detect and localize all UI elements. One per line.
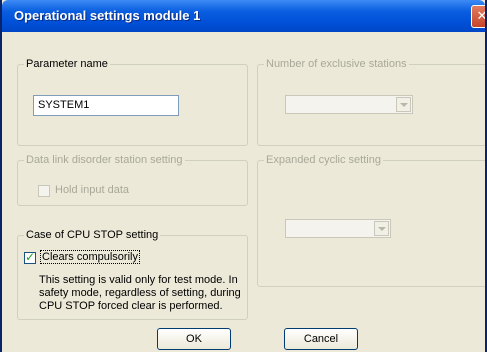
chevron-down-icon (374, 221, 389, 236)
hold-input-label: Hold input data (55, 184, 129, 196)
parameter-name-input[interactable]: SYSTEM1 (33, 95, 179, 116)
clears-compulsorily-text: Clears compulsorily (40, 250, 140, 264)
data-link-disorder-group: Data link disorder station setting (17, 154, 248, 206)
clears-compulsorily-label[interactable]: Clears compulsorily (40, 250, 140, 264)
dialog-window: Operational settings module 1 ✕ Paramete… (0, 0, 487, 352)
window-title: Operational settings module 1 (14, 8, 201, 23)
clears-compulsorily-checkbox[interactable]: ✓ (24, 250, 36, 264)
cpu-stop-note-line: This setting is valid only for test mode… (39, 274, 238, 286)
ok-button[interactable]: OK (157, 328, 231, 350)
exclusive-stations-legend: Number of exclusive stations (266, 58, 407, 70)
checkmark-icon: ✓ (25, 250, 36, 264)
cpu-stop-note-line: CPU STOP forced clear is performed. (39, 300, 223, 312)
cpu-stop-note: This setting is valid only for test mode… (39, 274, 269, 313)
title-bar[interactable]: Operational settings module 1 ✕ (2, 0, 485, 32)
cpu-stop-note-line: safety mode, regardless of setting, duri… (39, 287, 241, 299)
chevron-down-icon (396, 97, 411, 112)
expanded-cyclic-legend: Expanded cyclic setting (266, 154, 381, 166)
cpu-stop-legend: Case of CPU STOP setting (26, 229, 159, 241)
close-icon[interactable]: ✕ (471, 5, 485, 28)
hold-input-checkbox[interactable] (38, 185, 50, 197)
exclusive-stations-select[interactable] (285, 95, 413, 114)
data-link-disorder-legend: Data link disorder station setting (26, 154, 183, 166)
parameter-name-legend: Parameter name (26, 58, 108, 70)
cancel-button[interactable]: Cancel (284, 328, 358, 350)
expanded-cyclic-select[interactable] (285, 219, 391, 238)
